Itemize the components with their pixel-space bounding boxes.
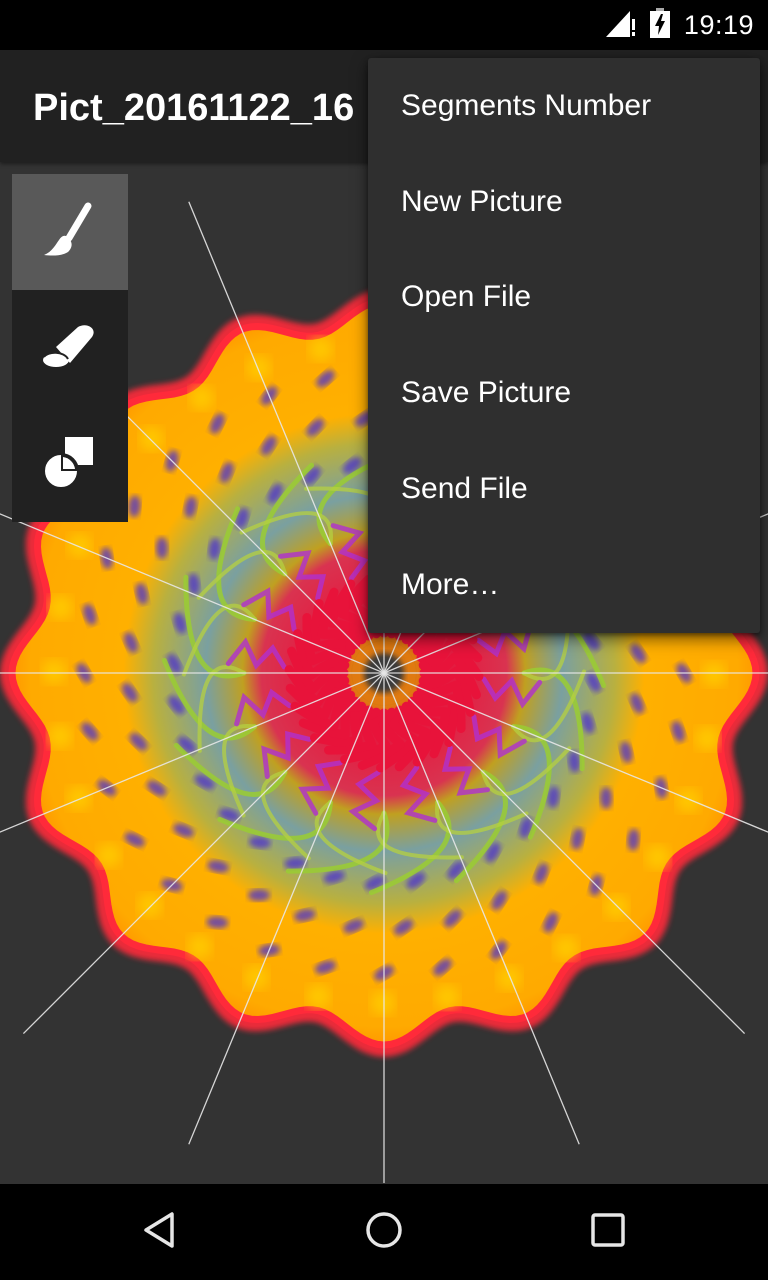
home-circle-icon (364, 1210, 404, 1255)
home-button[interactable] (354, 1202, 414, 1262)
yellow-highlight (67, 533, 92, 558)
menu-item-more[interactable]: More… (368, 537, 760, 633)
shapes-tool-button[interactable] (12, 406, 128, 522)
yellow-highlight (137, 893, 162, 918)
yellow-highlight (189, 385, 214, 410)
yellow-highlight (48, 724, 73, 749)
yellow-highlight (139, 426, 164, 451)
eraser-icon (42, 323, 98, 374)
paintbrush-icon (42, 200, 98, 265)
menu-item-send-file[interactable]: Send File (368, 441, 760, 537)
yellow-highlight (702, 662, 726, 687)
eraser-tool-button[interactable] (12, 290, 128, 406)
clock: 19:19 (683, 9, 754, 40)
back-triangle-icon (140, 1210, 180, 1255)
page-title: Pict_20161122_16 (33, 87, 355, 129)
overflow-menu: Segments Number New Picture Open File Sa… (368, 58, 760, 633)
yellow-highlight (48, 595, 73, 620)
navigation-bar (0, 1184, 768, 1280)
battery-charging-icon (649, 7, 670, 43)
tool-palette (12, 174, 128, 522)
brush-tool-button[interactable] (12, 174, 128, 290)
recents-square-icon (588, 1210, 628, 1255)
yellow-highlight (246, 355, 271, 380)
yellow-highlight (306, 984, 331, 1009)
recents-button[interactable] (578, 1202, 638, 1262)
signal-no-data-icon (605, 9, 636, 42)
shapes-icon (43, 435, 97, 494)
menu-item-new-picture[interactable]: New Picture (368, 154, 760, 250)
yellow-highlight (187, 934, 212, 959)
yellow-highlight (435, 984, 460, 1009)
yellow-highlight (96, 843, 121, 868)
menu-item-segments-number[interactable]: Segments Number (368, 58, 760, 154)
yellow-highlight (604, 895, 629, 920)
yellow-highlight (308, 337, 333, 362)
yellow-highlight (66, 786, 91, 811)
yellow-highlight (676, 788, 701, 813)
menu-item-open-file[interactable]: Open File (368, 250, 760, 346)
menu-item-save-picture[interactable]: Save Picture (368, 345, 760, 441)
status-bar: 19:19 (0, 0, 768, 50)
yellow-highlight (554, 936, 579, 961)
back-button[interactable] (130, 1202, 190, 1262)
yellow-highlight (370, 991, 395, 1015)
yellow-highlight (497, 966, 522, 991)
yellow-highlight (695, 726, 720, 751)
yellow-highlight (244, 965, 269, 990)
status-icons: 19:19 (605, 0, 754, 50)
yellow-highlight (42, 659, 66, 684)
yellow-highlight (645, 845, 670, 870)
